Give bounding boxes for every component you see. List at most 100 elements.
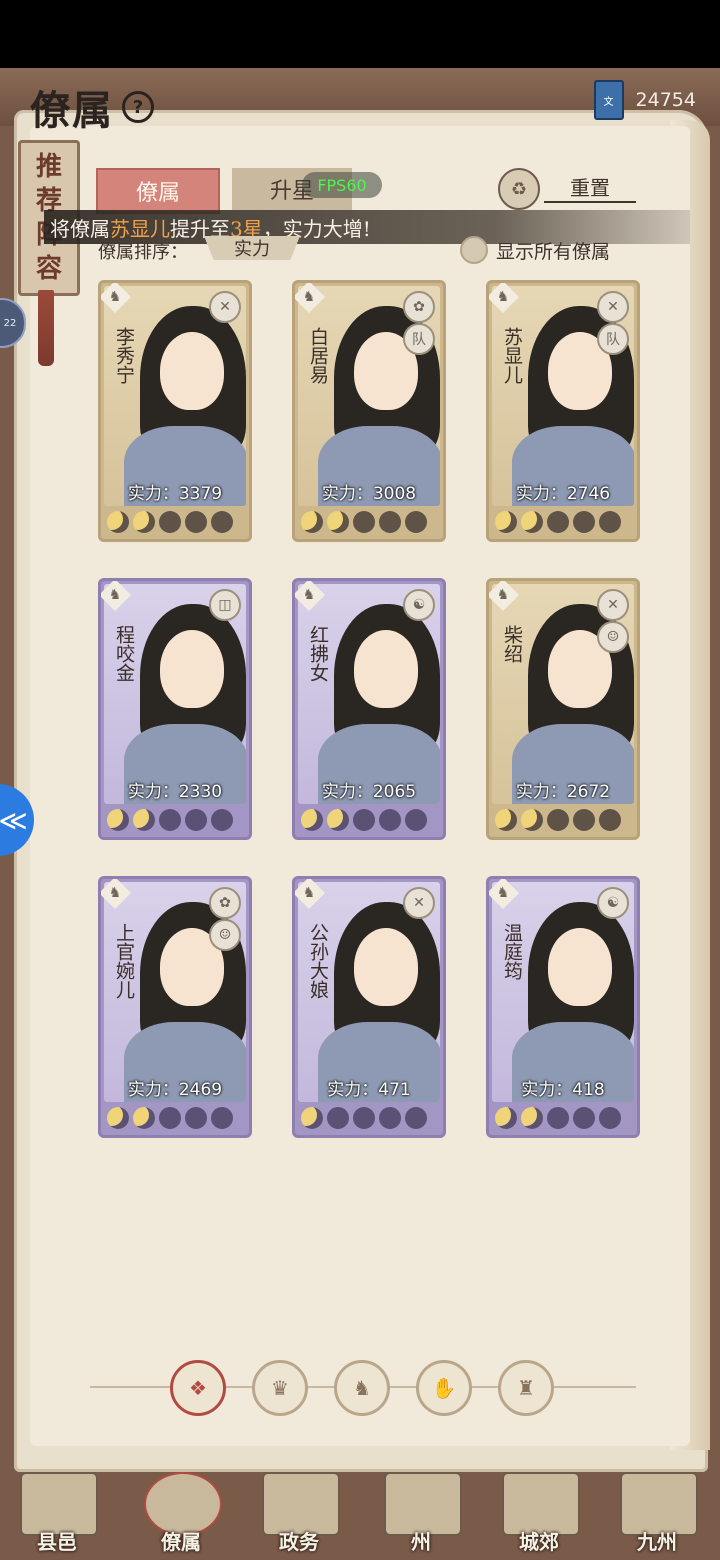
star-slot-icon bbox=[159, 1107, 181, 1129]
secondary-skill-icon: 队 bbox=[597, 323, 629, 355]
nav-label: 僚属 bbox=[161, 1530, 201, 1554]
star-slot-icon bbox=[405, 1107, 427, 1129]
portrait-face bbox=[548, 928, 612, 1006]
show-all-toggle[interactable]: 显示所有僚属 bbox=[460, 236, 610, 264]
portrait-face bbox=[160, 332, 224, 410]
star-slot-icon bbox=[521, 511, 543, 533]
skill-icon: ✿ bbox=[209, 887, 241, 919]
subordinate-name: 程咬金 bbox=[113, 625, 135, 682]
star-slot-icon bbox=[599, 511, 621, 533]
star-slot-icon bbox=[353, 809, 375, 831]
star-slot-icon bbox=[327, 511, 349, 533]
book-currency-icon: 文 bbox=[593, 80, 624, 120]
star-slot-icon bbox=[379, 809, 401, 831]
subordinate-name: 苏显儿 bbox=[501, 327, 523, 384]
nav-label: 县邑 bbox=[37, 1530, 77, 1554]
reset-icon[interactable]: ♻ bbox=[498, 168, 540, 210]
subordinate-power: 实力：471 bbox=[327, 1080, 411, 1100]
star-row bbox=[301, 511, 427, 533]
reset-button[interactable]: 重置 bbox=[544, 172, 636, 203]
subordinate-card[interactable]: ♞ ☯ 红拂女 实力：2065 bbox=[292, 578, 446, 840]
show-all-radio[interactable] bbox=[460, 236, 488, 264]
star-slot-icon bbox=[495, 809, 517, 831]
star-slot-icon bbox=[107, 1107, 129, 1129]
subordinate-name: 红拂女 bbox=[307, 625, 329, 682]
bottom-nav: 县邑 僚属 政务 州 城郊 九州 bbox=[0, 1468, 720, 1560]
nav-suburbs[interactable]: 城郊 bbox=[494, 1468, 584, 1560]
help-icon[interactable]: ? bbox=[122, 91, 154, 123]
star-slot-icon bbox=[159, 511, 181, 533]
tab-subordinates[interactable]: 僚属 bbox=[96, 168, 220, 214]
star-row bbox=[495, 511, 621, 533]
star-slot-icon bbox=[211, 511, 233, 533]
star-slot-icon bbox=[301, 1107, 323, 1129]
subordinate-card[interactable]: ♞ ✿ 队白居易 实力：3008 bbox=[292, 280, 446, 542]
star-slot-icon bbox=[211, 809, 233, 831]
star-slot-icon bbox=[327, 809, 349, 831]
star-row bbox=[301, 1107, 427, 1129]
skill-icon: ☯ bbox=[403, 589, 435, 621]
portrait-face bbox=[160, 630, 224, 708]
star-slot-icon bbox=[301, 511, 323, 533]
subordinate-name: 上官婉儿 bbox=[113, 923, 135, 999]
star-row bbox=[107, 1107, 233, 1129]
nav-subordinates[interactable]: 僚属 bbox=[136, 1468, 226, 1560]
subordinate-power: 实力：3379 bbox=[127, 484, 223, 504]
nav-label: 州 bbox=[411, 1530, 431, 1554]
nav-affairs[interactable]: 政务 bbox=[254, 1468, 344, 1560]
subordinate-name: 温庭筠 bbox=[501, 923, 523, 980]
filter-beast-icon[interactable]: ♞ bbox=[334, 1360, 390, 1416]
filter-civil-icon[interactable]: ♛ bbox=[252, 1360, 308, 1416]
skill-icon: ✕ bbox=[209, 291, 241, 323]
subordinate-power: 实力：2469 bbox=[127, 1080, 223, 1100]
subordinate-name: 柴绍 bbox=[501, 625, 523, 663]
filter-all-icon[interactable]: ❖ bbox=[170, 1360, 226, 1416]
skill-icon: ☯ bbox=[597, 887, 629, 919]
nav-label: 政务 bbox=[279, 1530, 319, 1554]
star-slot-icon bbox=[353, 1107, 375, 1129]
subordinate-card[interactable]: ♞ ✿ ☺ 上官婉儿 实力：2469 bbox=[98, 876, 252, 1138]
skill-icon: ✕ bbox=[597, 291, 629, 323]
star-row bbox=[301, 809, 427, 831]
star-row bbox=[107, 809, 233, 831]
skill-icon: ✕ bbox=[597, 589, 629, 621]
filter-military-icon[interactable]: ♜ bbox=[498, 1360, 554, 1416]
star-slot-icon bbox=[379, 511, 401, 533]
skill-icon: ✿ bbox=[403, 291, 435, 323]
star-slot-icon bbox=[107, 809, 129, 831]
star-row bbox=[107, 511, 233, 533]
star-slot-icon bbox=[573, 1107, 595, 1129]
subordinate-card[interactable]: ♞ ◫ 程咬金 实力：2330 bbox=[98, 578, 252, 840]
subordinate-card[interactable]: ♞ ✕ 李秀宁 实力：3379 bbox=[98, 280, 252, 542]
star-slot-icon bbox=[107, 511, 129, 533]
subordinate-card[interactable]: ♞ ✕ 公孙大娘 实力：471 bbox=[292, 876, 446, 1138]
subordinate-power: 实力：2065 bbox=[321, 782, 417, 802]
fps-counter: FPS60 bbox=[302, 172, 382, 198]
star-slot-icon bbox=[547, 809, 569, 831]
nav-county[interactable]: 县邑 bbox=[12, 1468, 102, 1560]
skill-icon: ✕ bbox=[403, 887, 435, 919]
star-slot-icon bbox=[573, 511, 595, 533]
currency-value: 24754 bbox=[635, 89, 696, 111]
subordinate-card[interactable]: ♞ ✕ 队苏显儿 实力：2746 bbox=[486, 280, 640, 542]
filter-fan-icon[interactable]: ✋ bbox=[416, 1360, 472, 1416]
portrait-face bbox=[354, 928, 418, 1006]
secondary-skill-icon: ☺ bbox=[597, 621, 629, 653]
sort-dropdown[interactable]: 实力 bbox=[204, 236, 300, 260]
subordinate-power: 实力：2746 bbox=[515, 484, 611, 504]
nav-label: 城郊 bbox=[519, 1530, 559, 1554]
nav-prefecture[interactable]: 州 bbox=[376, 1468, 466, 1560]
subordinate-name: 公孙大娘 bbox=[307, 923, 329, 999]
subordinate-power: 实力：418 bbox=[521, 1080, 605, 1100]
status-bar bbox=[0, 0, 720, 68]
star-slot-icon bbox=[301, 809, 323, 831]
nav-label: 九州 bbox=[637, 1530, 677, 1554]
star-slot-icon bbox=[133, 809, 155, 831]
subordinate-power: 实力：3008 bbox=[321, 484, 417, 504]
page-title: 僚属 bbox=[30, 87, 114, 134]
subordinate-card[interactable]: ♞ ✕ ☺ 柴绍 实力：2672 bbox=[486, 578, 640, 840]
star-slot-icon bbox=[159, 809, 181, 831]
nav-nine-provinces[interactable]: 九州 bbox=[612, 1468, 702, 1560]
subordinate-card[interactable]: ♞ ☯ 温庭筠 实力：418 bbox=[486, 876, 640, 1138]
currency-display: 文 24754 bbox=[593, 80, 696, 120]
